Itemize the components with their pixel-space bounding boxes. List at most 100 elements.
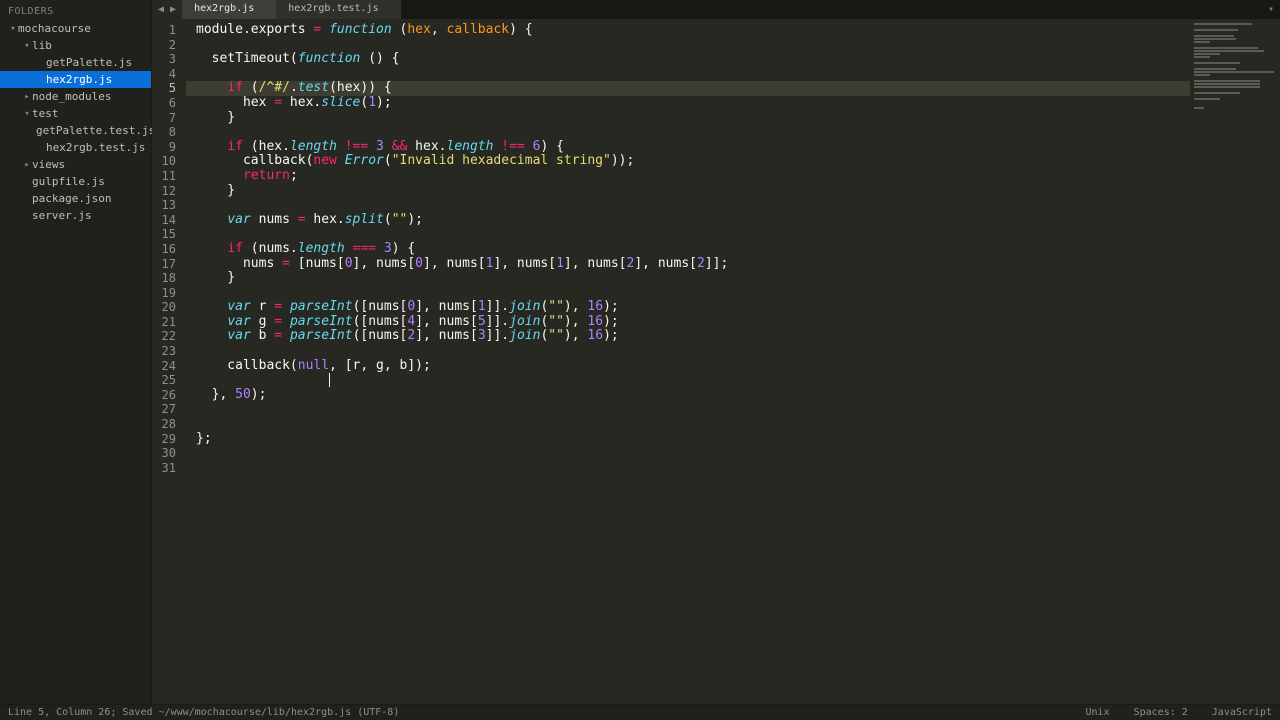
code-line[interactable]: setTimeout(function () { bbox=[196, 52, 1190, 67]
code-line[interactable]: if (nums.length === 3) { bbox=[196, 242, 1190, 257]
minimap-line bbox=[1194, 47, 1258, 49]
tree-folder[interactable]: ▸views bbox=[0, 156, 151, 173]
minimap-line bbox=[1194, 50, 1264, 52]
code-line[interactable]: return; bbox=[196, 169, 1190, 184]
code-line[interactable] bbox=[196, 344, 1190, 359]
tree-file[interactable]: package.json bbox=[0, 190, 151, 207]
gutter-line-number: 12 bbox=[152, 184, 176, 199]
tree-item-label: server.js bbox=[32, 209, 92, 222]
tab[interactable]: hex2rgb.test.js bbox=[276, 0, 400, 19]
tree-file[interactable]: hex2rgb.test.js bbox=[0, 139, 151, 156]
tree-item-label: node_modules bbox=[32, 90, 111, 103]
status-left: Line 5, Column 26; Saved ~/www/mochacour… bbox=[8, 707, 399, 718]
minimap[interactable] bbox=[1190, 19, 1280, 704]
gutter-line-number: 27 bbox=[152, 402, 176, 417]
tab[interactable]: hex2rgb.js bbox=[182, 0, 276, 19]
tree-file[interactable]: gulpfile.js bbox=[0, 173, 151, 190]
tree-file[interactable]: getPalette.js bbox=[0, 54, 151, 71]
tab-overflow-icon[interactable]: ▾ bbox=[1262, 0, 1280, 19]
minimap-line bbox=[1194, 86, 1260, 88]
nav-forward-icon[interactable]: ▶ bbox=[170, 4, 176, 15]
code-line[interactable]: }; bbox=[196, 432, 1190, 447]
tree-file[interactable]: hex2rgb.js bbox=[0, 71, 151, 88]
file-tree: ▾mochacourse▾libgetPalette.jshex2rgb.js▸… bbox=[0, 20, 151, 224]
gutter-line-number: 23 bbox=[152, 344, 176, 359]
sidebar-header: FOLDERS bbox=[0, 0, 151, 20]
tab-nav-arrows[interactable]: ◀ ▶ bbox=[152, 0, 182, 19]
code-line[interactable]: if (/^#/.test(hex)) { bbox=[186, 81, 1190, 96]
tree-item-label: package.json bbox=[32, 192, 111, 205]
gutter-line-number: 6 bbox=[152, 96, 176, 111]
minimap-line bbox=[1194, 23, 1252, 25]
code-line[interactable]: callback(null, [r, g, b]); bbox=[196, 359, 1190, 374]
tree-file[interactable]: server.js bbox=[0, 207, 151, 224]
tree-file[interactable]: getPalette.test.js bbox=[0, 122, 151, 139]
minimap-line bbox=[1194, 29, 1238, 31]
code-line[interactable] bbox=[196, 418, 1190, 433]
code-line[interactable] bbox=[196, 373, 1190, 388]
gutter-line-number: 19 bbox=[152, 286, 176, 301]
code-line[interactable] bbox=[196, 461, 1190, 476]
code-line[interactable] bbox=[196, 38, 1190, 53]
gutter-line-number: 10 bbox=[152, 154, 176, 169]
tree-folder[interactable]: ▸node_modules bbox=[0, 88, 151, 105]
gutter-line-number: 24 bbox=[152, 359, 176, 374]
status-line-endings[interactable]: Unix bbox=[1086, 707, 1110, 718]
minimap-line bbox=[1194, 107, 1204, 109]
code-line[interactable] bbox=[196, 67, 1190, 82]
code-line[interactable]: nums = [nums[0], nums[0], nums[1], nums[… bbox=[196, 257, 1190, 272]
code-line[interactable] bbox=[196, 125, 1190, 140]
code-line[interactable] bbox=[196, 447, 1190, 462]
gutter-line-number: 4 bbox=[152, 67, 176, 82]
tree-folder[interactable]: ▾mochacourse bbox=[0, 20, 151, 37]
tree-item-label: getPalette.js bbox=[46, 56, 132, 69]
text-cursor bbox=[329, 373, 330, 387]
tree-item-label: mochacourse bbox=[18, 22, 91, 35]
gutter-line-number: 17 bbox=[152, 257, 176, 272]
tree-folder[interactable]: ▾lib bbox=[0, 37, 151, 54]
code-line[interactable]: callback(new Error("Invalid hexadecimal … bbox=[196, 154, 1190, 169]
code-line[interactable]: var b = parseInt([nums[2], nums[3]].join… bbox=[196, 329, 1190, 344]
gutter-line-number: 31 bbox=[152, 461, 176, 476]
code-line[interactable]: var r = parseInt([nums[0], nums[1]].join… bbox=[196, 300, 1190, 315]
code-line[interactable]: } bbox=[196, 271, 1190, 286]
code-line[interactable]: } bbox=[196, 184, 1190, 199]
gutter-line-number: 2 bbox=[152, 38, 176, 53]
minimap-line bbox=[1194, 92, 1240, 94]
disclosure-icon: ▸ bbox=[22, 160, 32, 170]
code-line[interactable]: if (hex.length !== 3 && hex.length !== 6… bbox=[196, 140, 1190, 155]
code-line[interactable]: hex = hex.slice(1); bbox=[196, 96, 1190, 111]
code-editor[interactable]: module.exports = function (hex, callback… bbox=[186, 19, 1190, 704]
code-line[interactable]: var nums = hex.split(""); bbox=[196, 213, 1190, 228]
status-indentation[interactable]: Spaces: 2 bbox=[1134, 707, 1188, 718]
gutter-line-number: 22 bbox=[152, 329, 176, 344]
gutter-line-number: 18 bbox=[152, 271, 176, 286]
status-language[interactable]: JavaScript bbox=[1212, 707, 1272, 718]
minimap-line bbox=[1194, 74, 1210, 76]
code-line[interactable] bbox=[196, 198, 1190, 213]
disclosure-icon: ▸ bbox=[22, 92, 32, 102]
code-line[interactable]: module.exports = function (hex, callback… bbox=[196, 23, 1190, 38]
tree-item-label: views bbox=[32, 158, 65, 171]
minimap-line bbox=[1194, 80, 1260, 82]
code-line[interactable] bbox=[196, 403, 1190, 418]
disclosure-icon: ▾ bbox=[8, 24, 18, 34]
gutter-line-number: 16 bbox=[152, 242, 176, 257]
code-line[interactable] bbox=[196, 286, 1190, 301]
tree-folder[interactable]: ▾test bbox=[0, 105, 151, 122]
nav-back-icon[interactable]: ◀ bbox=[158, 4, 164, 15]
gutter-line-number: 29 bbox=[152, 432, 176, 447]
code-line[interactable] bbox=[196, 227, 1190, 242]
code-line[interactable]: var g = parseInt([nums[4], nums[5]].join… bbox=[196, 315, 1190, 330]
gutter-line-number: 14 bbox=[152, 213, 176, 228]
gutter-line-number: 25 bbox=[152, 373, 176, 388]
tab-bar: ◀ ▶ hex2rgb.jshex2rgb.test.js ▾ bbox=[152, 0, 1280, 19]
status-bar: Line 5, Column 26; Saved ~/www/mochacour… bbox=[0, 704, 1280, 720]
code-line[interactable]: } bbox=[196, 111, 1190, 126]
gutter-line-number: 3 bbox=[152, 52, 176, 67]
gutter-line-number: 15 bbox=[152, 227, 176, 242]
code-line[interactable]: }, 50); bbox=[196, 388, 1190, 403]
gutter-line-number: 11 bbox=[152, 169, 176, 184]
gutter-line-number: 26 bbox=[152, 388, 176, 403]
minimap-line bbox=[1194, 62, 1240, 64]
